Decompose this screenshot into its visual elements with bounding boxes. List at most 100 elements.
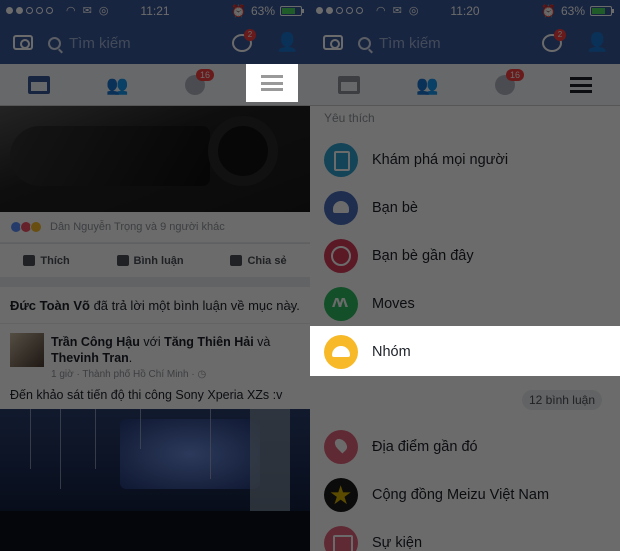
- friend-requests-icon[interactable]: 👤: [276, 32, 298, 52]
- menu-item-friends[interactable]: Bạn bè: [310, 184, 620, 232]
- post-photo[interactable]: [0, 106, 310, 212]
- reaction-text: Dân Nguyễn Trọng và 9 người khác: [50, 221, 225, 233]
- tab-notifications[interactable]: 16: [474, 64, 536, 106]
- share-label: Chia sẻ: [247, 254, 287, 267]
- share-icon: [230, 255, 243, 267]
- comment-notice-text: đã trả lời một bình luận về mục này.: [89, 298, 300, 313]
- menu-item-label: Sự kiện: [372, 535, 423, 551]
- menu-item-explore-people[interactable]: Khám phá mọi người: [310, 136, 620, 184]
- menu-item-label: Moves: [372, 296, 415, 312]
- share-button[interactable]: Chia sẻ: [230, 254, 287, 267]
- camera-icon[interactable]: [13, 35, 33, 50]
- tab-friends[interactable]: 👥: [396, 64, 458, 106]
- nearby-friends-icon: [324, 239, 358, 273]
- menu-icon: [261, 75, 283, 91]
- favorites-heading: Yêu thích: [310, 106, 620, 132]
- thumbs-up-icon: [23, 255, 36, 267]
- menu-item-label: Bạn bè gần đây: [372, 248, 474, 264]
- tab-notifications[interactable]: 16: [164, 64, 226, 106]
- moves-icon: [324, 287, 358, 321]
- menu-item-label: Bạn bè: [372, 200, 418, 216]
- floor-image: [0, 511, 310, 551]
- messenger-badge: 2: [244, 29, 256, 41]
- explore-people-icon: [324, 143, 358, 177]
- friends-icon: 👥: [416, 75, 439, 95]
- friends-icon: [324, 191, 358, 225]
- menu-item-label: Cộng đồng Meizu Việt Nam: [372, 487, 550, 503]
- search-input[interactable]: Tìm kiếm: [48, 33, 216, 53]
- post-author[interactable]: Trần Công Hậu: [51, 335, 140, 349]
- menu-item-label: Khám phá mọi người: [372, 152, 509, 168]
- app-header: Tìm kiếm 2 👤: [310, 22, 620, 64]
- haha-reaction-icon: [30, 221, 42, 233]
- reaction-summary[interactable]: Dân Nguyễn Trọng và 9 người khác: [0, 212, 310, 242]
- post-author-line: Trần Công Hậu với Tăng Thiên Hải và Thev…: [51, 334, 302, 366]
- menu-item-moves[interactable]: Moves: [310, 280, 620, 328]
- search-input[interactable]: Tìm kiếm: [358, 33, 526, 53]
- menu-item-groups[interactable]: Nhóm: [310, 328, 620, 376]
- meizu-community-icon: [324, 478, 358, 512]
- battery-percent: 63%: [560, 4, 585, 18]
- news-feed-icon: [338, 76, 360, 94]
- tab-news-feed[interactable]: [318, 64, 380, 106]
- menu-item-nearby-friends[interactable]: Bạn bè gần đây: [310, 232, 620, 280]
- menu-item-events[interactable]: Sự kiện: [310, 519, 620, 551]
- comments-count-pill[interactable]: 12 bình luận: [521, 390, 602, 410]
- camera-icon[interactable]: [323, 35, 343, 50]
- search-placeholder: Tìm kiếm: [69, 34, 131, 52]
- friends-icon: 👥: [106, 75, 129, 95]
- feed-post: Trần Công Hậu với Tăng Thiên Hải và Thev…: [0, 324, 310, 551]
- stage-image: [120, 419, 260, 489]
- post-meta: 1 giờ · Thành phố Hồ Chí Minh · ◷: [51, 369, 207, 380]
- notifications-badge: 16: [506, 69, 525, 81]
- app-header: Tìm kiếm 2 👤: [0, 22, 310, 64]
- tab-menu[interactable]: [550, 64, 612, 106]
- events-icon: [324, 526, 358, 551]
- places-icon: [324, 430, 358, 464]
- messenger-badge: 2: [554, 29, 566, 41]
- chevron-down-icon[interactable]: ⌄: [286, 297, 296, 311]
- alarm-icon: ⏰: [231, 4, 246, 18]
- status-bar: ◠ ✉ ◎ 11:20 ⏰ 63%: [310, 0, 620, 22]
- alarm-icon: ⏰: [541, 4, 556, 18]
- friend-requests-icon[interactable]: 👤: [586, 32, 608, 52]
- with-word: với: [139, 335, 165, 349]
- comment-button[interactable]: Bình luận: [116, 254, 184, 267]
- left-screen: ◠ ✉ ◎ 11:21 ⏰ 63% Tìm kiếm 2 👤 👥 16 Dân …: [0, 0, 310, 551]
- motorbike-image: [10, 126, 210, 186]
- comment-notice-author: Đức Toàn Võ: [10, 298, 90, 313]
- menu-item-meizu-community[interactable]: Cộng đồng Meizu Việt Nam: [310, 471, 620, 519]
- comment-icon: [116, 255, 129, 267]
- like-button[interactable]: Thích: [23, 254, 70, 267]
- tagged-user-1[interactable]: Tăng Thiên Hải: [164, 335, 254, 349]
- menu-icon: [570, 77, 592, 93]
- and-word: và: [253, 335, 271, 349]
- comment-label: Bình luận: [133, 254, 184, 267]
- tab-friends[interactable]: 👥: [86, 64, 148, 106]
- like-label: Thích: [40, 254, 70, 267]
- tab-menu[interactable]: [246, 64, 298, 102]
- tab-news-feed[interactable]: [8, 64, 70, 106]
- post-text: Đến khảo sát tiến độ thi công Sony Xperi…: [10, 388, 283, 402]
- wheel-image: [208, 116, 278, 186]
- period: .: [128, 351, 133, 365]
- battery-icon: [590, 6, 614, 16]
- notifications-badge: 16: [196, 69, 215, 81]
- menu-item-label: Địa điểm gần đó: [372, 439, 478, 455]
- right-screen: ◠ ✉ ◎ 11:20 ⏰ 63% Tìm kiếm 2 👤 👥 16 Yêu …: [310, 0, 620, 551]
- battery-icon: [280, 6, 304, 16]
- tab-bar: 👥 16: [310, 64, 620, 106]
- search-placeholder: Tìm kiếm: [379, 34, 441, 52]
- tagged-user-2[interactable]: Thevinh Tran: [51, 351, 129, 365]
- menu-item-nearby-places[interactable]: Địa điểm gần đó: [310, 423, 620, 471]
- news-feed-icon: [28, 76, 50, 94]
- battery-percent: 63%: [250, 4, 275, 18]
- comment-notice[interactable]: Đức Toàn Võ đã trả lời một bình luận về …: [0, 287, 310, 323]
- search-icon: [48, 36, 61, 50]
- post-photo[interactable]: [0, 409, 310, 551]
- post-actions: Thích Bình luận Chia sẻ: [0, 243, 310, 277]
- menu-item-label: Nhóm: [372, 344, 411, 360]
- avatar[interactable]: [10, 333, 44, 367]
- groups-icon: [324, 335, 358, 369]
- status-bar: ◠ ✉ ◎ 11:21 ⏰ 63%: [0, 0, 310, 22]
